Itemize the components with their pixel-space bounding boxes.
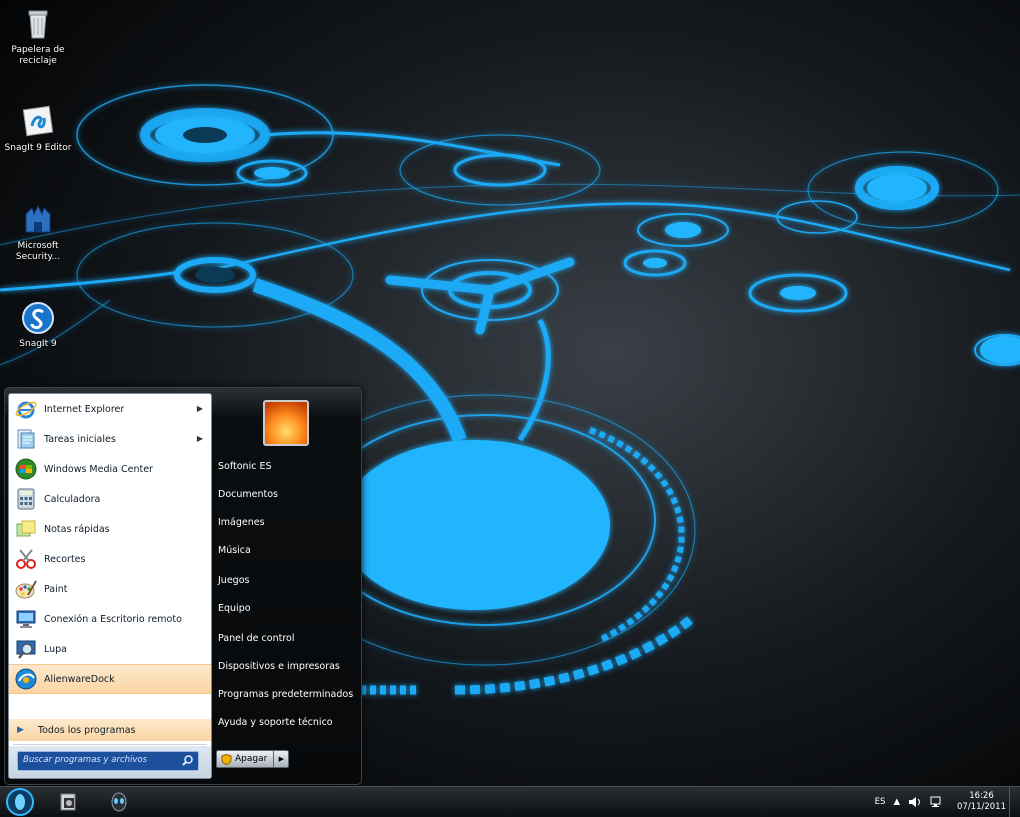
link-imagenes[interactable]: Imágenes	[218, 517, 265, 528]
desktop-icon-label: SnagIt 9	[19, 339, 57, 349]
desktop-icon-snagit-editor[interactable]: SnagIt 9 Editor	[0, 104, 76, 154]
shutdown-control: Apagar ▶	[216, 750, 290, 768]
language-indicator[interactable]: ES	[875, 797, 886, 807]
clock[interactable]: 16:26 07/11/2011	[957, 791, 1006, 813]
desktop-icon-snagit[interactable]: SnagIt 9	[0, 300, 76, 350]
program-alienware-dock[interactable]: AlienwareDock	[9, 664, 211, 694]
program-calculadora[interactable]: Calculadora	[9, 484, 211, 514]
program-tareas-iniciales[interactable]: Tareas iniciales ▶	[9, 424, 211, 454]
desktop-icon-label: SnagIt 9 Editor	[4, 143, 72, 153]
expand-arrow-icon: ▶	[17, 725, 24, 735]
getting-started-icon	[17, 429, 35, 449]
start-menu-programs-pane: Internet Explorer ▶ Tareas iniciales ▶ W…	[8, 393, 212, 779]
divider	[13, 744, 207, 745]
program-label: Conexión a Escritorio remoto	[44, 613, 182, 625]
desktop-icon-microsoft-security[interactable]: Microsoft Security...	[0, 202, 76, 263]
link-juegos[interactable]: Juegos	[218, 575, 249, 586]
desktop-icon-label: Microsoft Security...	[15, 241, 61, 262]
program-label: Paint	[44, 583, 68, 595]
sticky-notes-icon	[16, 520, 36, 537]
network-icon[interactable]	[930, 796, 943, 808]
taskbar: ES ▲ 16:26 07/11/2011	[0, 786, 1020, 817]
shield-icon	[221, 753, 232, 765]
shutdown-options-arrow-icon[interactable]: ▶	[274, 750, 290, 768]
program-escritorio-remoto[interactable]: Conexión a Escritorio remoto	[9, 604, 211, 634]
shutdown-button[interactable]: Apagar	[216, 750, 275, 768]
program-label: Calculadora	[44, 493, 101, 505]
link-equipo[interactable]: Equipo	[218, 603, 251, 614]
user-avatar[interactable]	[263, 400, 309, 446]
program-internet-explorer[interactable]: Internet Explorer ▶	[9, 394, 211, 424]
link-softonic-es[interactable]: Softonic ES	[218, 461, 272, 472]
link-musica[interactable]: Música	[218, 545, 251, 556]
clock-time: 16:26	[969, 791, 994, 801]
remote-desktop-icon	[16, 610, 36, 628]
snagit-editor-icon	[22, 105, 54, 137]
link-programas-predeterminados[interactable]: Programas predeterminados	[218, 689, 353, 700]
program-recortes[interactable]: Recortes	[9, 544, 211, 574]
program-label: Tareas iniciales	[44, 433, 116, 445]
recycle-bin-icon	[28, 10, 48, 39]
magnifier-icon	[16, 640, 36, 659]
program-lupa[interactable]: Lupa	[9, 634, 211, 664]
paint-icon	[15, 580, 37, 599]
program-label: Internet Explorer	[44, 403, 125, 415]
clock-date: 07/11/2011	[957, 802, 1006, 812]
calculator-icon	[17, 488, 35, 510]
search-area	[9, 746, 211, 778]
search-input[interactable]	[18, 752, 173, 768]
link-panel-de-control[interactable]: Panel de control	[218, 633, 294, 644]
show-desktop-button[interactable]	[1009, 787, 1020, 817]
notification-area: ES ▲ 16:26 07/11/2011	[875, 787, 1006, 817]
security-shield-icon	[25, 204, 51, 233]
program-label: AlienwareDock	[44, 673, 115, 685]
program-label: Notas rápidas	[44, 523, 110, 535]
desktop-icon-recycle-bin[interactable]: Papelera de reciclaje	[0, 6, 76, 67]
alienware-orb-icon[interactable]	[4, 787, 36, 817]
show-hidden-icons-icon[interactable]: ▲	[893, 797, 900, 807]
all-programs-button[interactable]: ▶ Todos los programas	[9, 719, 211, 741]
snipping-tool-icon	[16, 549, 36, 569]
submenu-arrow-icon: ▶	[196, 404, 203, 413]
program-windows-media-center[interactable]: Windows Media Center	[9, 454, 211, 484]
program-label: Windows Media Center	[44, 463, 153, 475]
program-list: Internet Explorer ▶ Tareas iniciales ▶ W…	[9, 394, 211, 694]
volume-icon[interactable]	[908, 796, 922, 808]
link-dispositivos-e-impresoras[interactable]: Dispositivos e impresoras	[218, 661, 340, 672]
media-app-icon[interactable]	[58, 791, 80, 813]
search-icon[interactable]	[181, 754, 194, 767]
start-menu: Internet Explorer ▶ Tareas iniciales ▶ W…	[4, 387, 362, 785]
alienware-dock-icon	[15, 668, 37, 690]
alien-head-icon[interactable]	[108, 791, 130, 813]
shutdown-label: Apagar	[235, 754, 268, 764]
submenu-arrow-icon: ▶	[196, 434, 203, 443]
media-center-icon	[15, 458, 37, 480]
all-programs-label: Todos los programas	[37, 724, 136, 736]
link-documentos[interactable]: Documentos	[218, 489, 278, 500]
search-box[interactable]	[17, 751, 199, 771]
snagit-icon	[22, 302, 54, 334]
program-paint[interactable]: Paint	[9, 574, 211, 604]
program-label: Lupa	[44, 643, 67, 655]
program-label: Recortes	[44, 553, 86, 565]
desktop-icon-label: Papelera de reciclaje	[11, 45, 65, 66]
internet-explorer-icon	[15, 401, 37, 419]
program-notas-rapidas[interactable]: Notas rápidas	[9, 514, 211, 544]
link-ayuda-y-soporte[interactable]: Ayuda y soporte técnico	[218, 717, 333, 728]
